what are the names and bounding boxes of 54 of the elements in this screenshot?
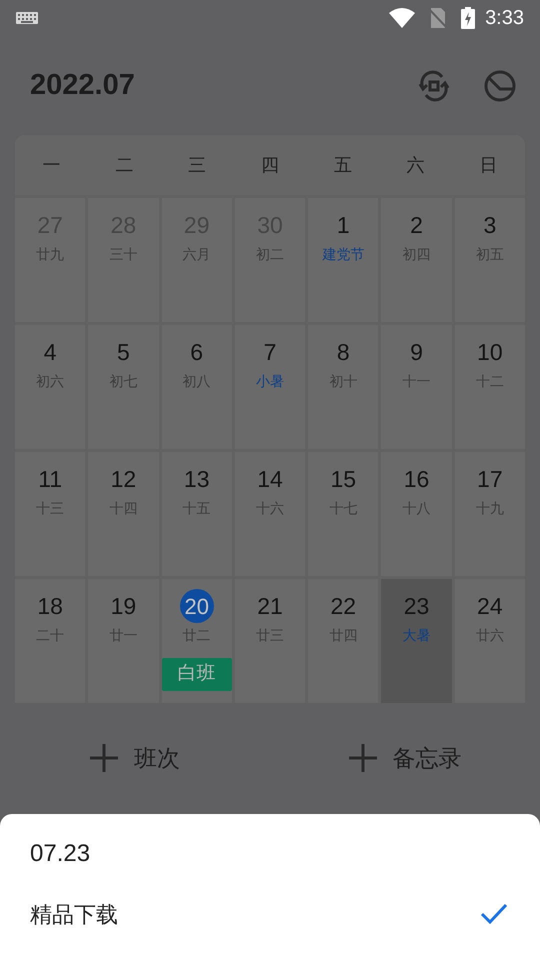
option-label: 精品下载 (30, 900, 119, 928)
day-cell[interactable]: 1 建党节 (308, 198, 378, 322)
date-number: 16 (404, 465, 430, 494)
date-number: 15 (330, 465, 356, 494)
date-number: 24 (477, 592, 503, 621)
keyboard-icon (16, 12, 38, 24)
plus-icon (348, 744, 376, 772)
date-number: 17 (477, 465, 503, 494)
date-number: 1 (336, 211, 350, 240)
festival-label: 建党节 (322, 245, 364, 264)
weekday-label: 六 (406, 154, 425, 176)
check-icon (480, 903, 508, 925)
no-sim-icon (429, 8, 448, 28)
date-number: 23 (404, 592, 430, 621)
date-number: 8 (336, 338, 350, 367)
weekday-label: 五 (334, 154, 352, 176)
date-number: 9 (410, 338, 423, 367)
today-date: 20 (180, 589, 214, 623)
weekday-label: 四 (260, 154, 279, 176)
plus-icon (90, 744, 118, 772)
date-number: 4 (44, 338, 57, 367)
weekday-label: 二 (115, 154, 134, 176)
date-number: 2 (410, 211, 423, 240)
festival-label: 大暑 (402, 626, 431, 645)
clock-time: 3:33 (485, 6, 524, 31)
sync-icon[interactable] (418, 70, 450, 102)
date-number: 13 (184, 465, 210, 494)
month-title: 2022.07 (30, 68, 136, 103)
date-number: 11 (38, 465, 62, 494)
wifi-icon (389, 8, 416, 28)
date-number: 18 (37, 592, 63, 621)
day-cell[interactable]: 23 大暑 (381, 579, 452, 703)
date-number: 14 (257, 465, 283, 494)
date-number: 22 (330, 592, 356, 621)
festival-label: 小暑 (256, 372, 284, 391)
pie-chart-icon[interactable] (484, 70, 516, 102)
add-button[interactable]: 备忘录 (348, 740, 462, 776)
date-number: 5 (117, 338, 130, 367)
option-item[interactable]: 精品下载 (0, 886, 540, 942)
date-number: 19 (110, 592, 136, 621)
date-number: 21 (257, 592, 283, 621)
add-button[interactable]: 班次 (90, 740, 180, 776)
sheet-title: 07.23 (29, 839, 92, 869)
battery-icon (461, 7, 476, 29)
date-number: 7 (264, 338, 276, 367)
day-cell[interactable]: 7 小暑 (234, 325, 306, 449)
shift-tag: 白班 (162, 658, 232, 691)
date-number: 6 (190, 338, 204, 367)
weekday-label: 一 (42, 154, 60, 176)
date-number: 12 (110, 465, 136, 494)
weekday-label: 三 (188, 154, 206, 176)
date-number: 3 (483, 211, 496, 240)
weekday-label: 日 (480, 154, 498, 176)
date-number: 10 (477, 338, 503, 367)
